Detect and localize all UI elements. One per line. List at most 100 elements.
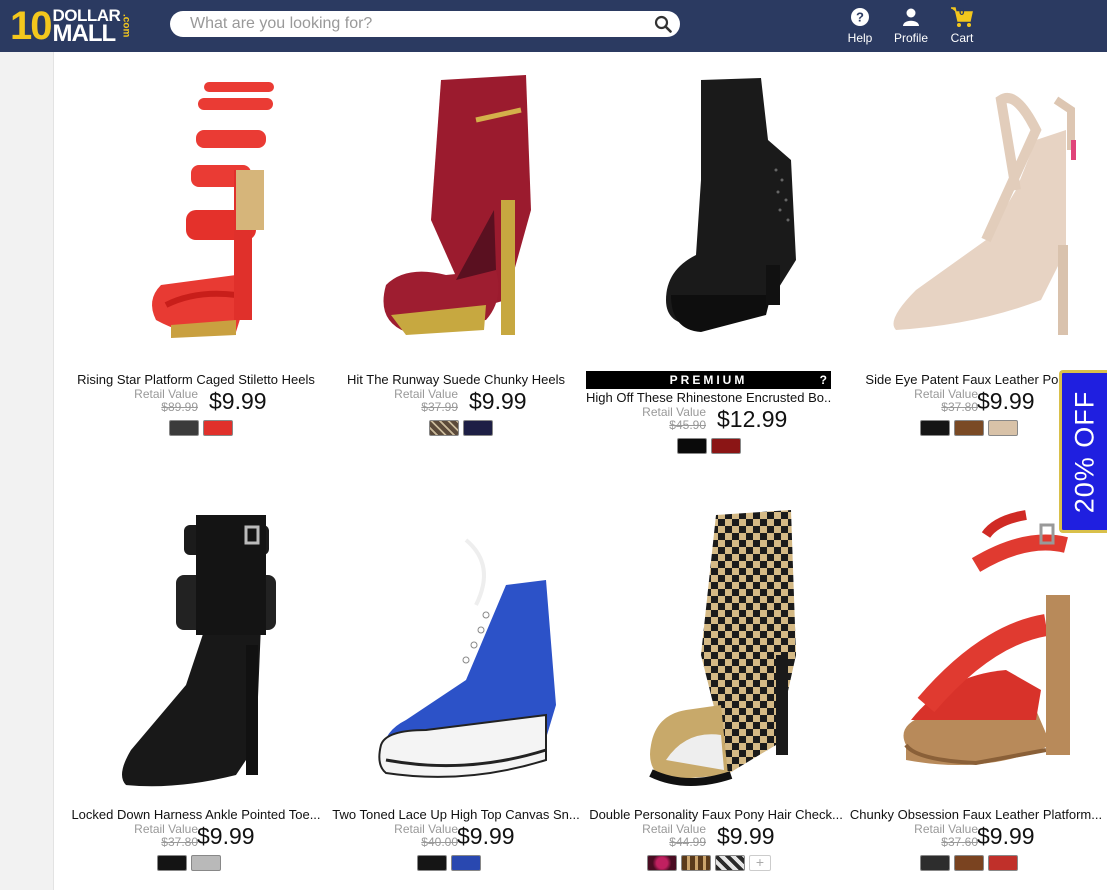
color-swatch[interactable] bbox=[417, 855, 447, 871]
product-card[interactable]: Rising Star Platform Caged Stiletto Heel… bbox=[66, 70, 316, 450]
retail-price: $37.60 bbox=[941, 835, 978, 849]
product-card[interactable]: Two Toned Lace Up High Top Canvas Sn... … bbox=[326, 505, 580, 885]
logo-number: 10 bbox=[10, 4, 52, 48]
color-swatches bbox=[920, 420, 1018, 436]
color-swatch[interactable] bbox=[954, 420, 984, 436]
premium-help-icon[interactable]: ? bbox=[820, 371, 827, 389]
retail-value: Retail Value $37.80 bbox=[128, 823, 198, 849]
retail-value: Retail Value $45.90 bbox=[636, 406, 706, 432]
retail-price: $45.90 bbox=[669, 418, 706, 432]
color-swatch[interactable] bbox=[157, 855, 187, 871]
black-harness-heel-image[interactable] bbox=[86, 505, 306, 795]
profile-link[interactable]: Profile bbox=[888, 6, 934, 46]
black-platform-bootie-image[interactable] bbox=[606, 70, 826, 360]
retail-price: $37.80 bbox=[161, 835, 198, 849]
product-card[interactable]: Locked Down Harness Ankle Pointed Toe...… bbox=[66, 505, 321, 885]
search-input[interactable] bbox=[190, 13, 640, 35]
color-swatch[interactable] bbox=[681, 855, 711, 871]
more-colors-button[interactable]: + bbox=[749, 855, 771, 871]
logo-word-mall: MALL bbox=[52, 19, 117, 47]
discount-label: 20% OFF bbox=[1069, 390, 1099, 513]
retail-value: Retail Value $37.60 bbox=[908, 823, 978, 849]
sale-price: $9.99 bbox=[977, 823, 1035, 849]
top-header: 10 DOLLAR MALL .com ? Help Profil bbox=[0, 0, 1107, 52]
color-swatch[interactable] bbox=[715, 855, 745, 871]
search-icon[interactable] bbox=[654, 15, 672, 33]
color-swatch[interactable] bbox=[203, 420, 233, 436]
burgundy-suede-heel-image[interactable] bbox=[346, 70, 566, 360]
sale-price: $9.99 bbox=[209, 388, 267, 414]
cart-count: 0 bbox=[959, 7, 965, 18]
product-card[interactable]: Hit The Runway Suede Chunky Heels Retail… bbox=[326, 70, 576, 450]
blue-high-top-sneaker-image[interactable] bbox=[346, 505, 566, 795]
sale-price: $9.99 bbox=[469, 388, 527, 414]
cart-label: Cart bbox=[950, 31, 974, 45]
color-swatch[interactable] bbox=[988, 420, 1018, 436]
color-swatch[interactable] bbox=[429, 420, 459, 436]
color-swatch[interactable] bbox=[954, 855, 984, 871]
profile-icon bbox=[903, 8, 919, 26]
sale-price: $12.99 bbox=[717, 406, 788, 432]
logo-suffix: .com bbox=[120, 14, 132, 38]
discount-tab[interactable]: 20% OFF bbox=[1059, 370, 1107, 533]
help-icon: ? bbox=[851, 8, 869, 26]
product-name[interactable]: Hit The Runway Suede Chunky Heels bbox=[326, 372, 586, 387]
product-name[interactable]: Locked Down Harness Ankle Pointed Toe... bbox=[66, 807, 326, 822]
color-swatch[interactable] bbox=[711, 438, 741, 454]
retail-value: Retail Value $37.99 bbox=[388, 388, 458, 414]
color-swatch[interactable] bbox=[988, 855, 1018, 871]
color-swatch[interactable] bbox=[677, 438, 707, 454]
color-swatches bbox=[417, 855, 481, 871]
color-swatch[interactable] bbox=[647, 855, 677, 871]
red-platform-sandal-image[interactable] bbox=[866, 505, 1086, 795]
checkered-pony-hair-bootie-image[interactable] bbox=[606, 505, 826, 795]
search-bar bbox=[170, 11, 680, 37]
retail-price: $44.99 bbox=[669, 835, 706, 849]
color-swatch[interactable] bbox=[920, 855, 950, 871]
premium-label: PREMIUM bbox=[669, 373, 748, 387]
retail-price: $37.99 bbox=[421, 400, 458, 414]
color-swatch[interactable] bbox=[451, 855, 481, 871]
color-swatches: + bbox=[647, 855, 771, 871]
left-gutter bbox=[0, 52, 54, 890]
product-name[interactable]: Rising Star Platform Caged Stiletto Heel… bbox=[66, 372, 326, 387]
product-name[interactable]: Two Toned Lace Up High Top Canvas Sn... bbox=[326, 807, 586, 822]
color-swatches bbox=[677, 438, 741, 454]
sale-price: $9.99 bbox=[457, 823, 515, 849]
cart-link[interactable]: 0 Cart bbox=[939, 6, 985, 46]
site-logo[interactable]: 10 DOLLAR MALL .com bbox=[10, 4, 131, 48]
color-swatches bbox=[157, 855, 221, 871]
color-swatch[interactable] bbox=[463, 420, 493, 436]
product-card[interactable]: Chunky Obsession Faux Leather Platform..… bbox=[846, 505, 1102, 885]
product-card[interactable]: Double Personality Faux Pony Hair Check.… bbox=[586, 505, 843, 885]
color-swatch[interactable] bbox=[169, 420, 199, 436]
product-card[interactable]: PREMIUM ? High Off These Rhinestone Encr… bbox=[586, 70, 836, 470]
help-link[interactable]: ? Help bbox=[837, 6, 883, 46]
svg-text:?: ? bbox=[856, 10, 864, 25]
retail-value: Retail Value $89.99 bbox=[128, 388, 198, 414]
product-name[interactable]: High Off These Rhinestone Encrusted Bo..… bbox=[586, 390, 831, 405]
product-name[interactable]: Double Personality Faux Pony Hair Check.… bbox=[586, 807, 846, 822]
retail-value: Retail Value $40.00 bbox=[388, 823, 458, 849]
product-grid: Rising Star Platform Caged Stiletto Heel… bbox=[54, 52, 1107, 890]
color-swatch[interactable] bbox=[191, 855, 221, 871]
sale-price: $9.99 bbox=[197, 823, 255, 849]
retail-price: $89.99 bbox=[161, 400, 198, 414]
nude-patent-pump-image[interactable] bbox=[866, 70, 1086, 360]
product-name[interactable]: Chunky Obsession Faux Leather Platform..… bbox=[846, 807, 1106, 822]
profile-label: Profile bbox=[893, 31, 928, 45]
sale-price: $9.99 bbox=[977, 388, 1035, 414]
sale-price: $9.99 bbox=[717, 823, 775, 849]
logo-words: DOLLAR MALL bbox=[53, 7, 121, 46]
color-swatches bbox=[920, 855, 1018, 871]
help-label: Help bbox=[847, 31, 873, 45]
color-swatches bbox=[429, 420, 493, 436]
retail-value: Retail Value $37.80 bbox=[908, 388, 978, 414]
color-swatches bbox=[169, 420, 233, 436]
retail-value: Retail Value $44.99 bbox=[636, 823, 706, 849]
color-swatch[interactable] bbox=[920, 420, 950, 436]
retail-price: $37.80 bbox=[941, 400, 978, 414]
red-caged-sandal-image[interactable] bbox=[86, 70, 306, 360]
premium-badge: PREMIUM ? bbox=[586, 371, 831, 389]
retail-price: $40.00 bbox=[421, 835, 458, 849]
